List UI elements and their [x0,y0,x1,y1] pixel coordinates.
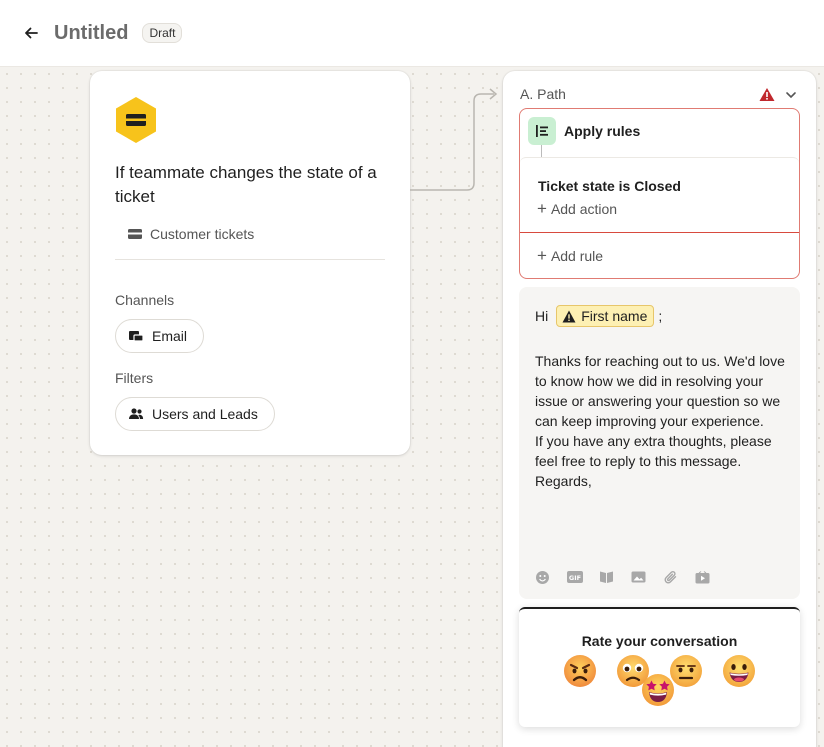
svg-text:GIF: GIF [569,574,581,582]
divider [115,259,385,260]
path-column: A. Path Apply rules Ticket state is Clos… [503,71,816,747]
message-paragraph: Regards, [535,473,592,489]
email-channel-icon [128,328,144,344]
attachment-icon[interactable] [663,569,695,585]
video-icon[interactable] [695,569,727,585]
trigger-title: If teammate changes the state of a ticke… [115,163,377,206]
emoji-icon[interactable] [535,569,567,585]
status-badge: Draft [142,23,183,43]
plus-icon: + [537,246,547,265]
trigger-card[interactable]: If teammate changes the state of a ticke… [90,71,410,455]
chevron-down-icon[interactable] [785,88,797,100]
add-action-button[interactable]: + Add action [537,199,618,218]
back-arrow-icon[interactable] [20,22,42,44]
message-editor[interactable]: Hi First name ; Thanks for reaching out … [519,287,800,599]
rating-card[interactable]: Rate your conversation [519,607,800,727]
trigger-source: Customer tickets [127,226,254,242]
trigger-source-label: Customer tickets [150,226,255,242]
rules-stem [541,145,542,157]
channel-label: Email [152,328,188,344]
warning-small-icon [562,310,576,323]
add-action-label: Add action [550,201,618,217]
grinning-face-icon[interactable] [722,654,756,688]
angry-face-icon[interactable] [563,654,597,688]
first-name-attribute-chip[interactable]: First name [556,305,655,327]
message-greeting: Hi First name ; [535,305,662,327]
greeting-text: Hi [535,308,549,324]
apply-rules-title: Apply rules [564,123,641,139]
channels-label: Channels [115,292,175,308]
connector-line [410,88,498,191]
rating-title: Rate your conversation [581,633,738,649]
warning-icon[interactable] [759,87,775,102]
message-body[interactable]: Thanks for reaching out to us. We'd love… [535,351,790,491]
image-icon[interactable] [631,569,663,585]
message-paragraph: Thanks for reaching out to us. We'd love… [535,353,785,429]
filters-label: Filters [115,370,154,386]
filter-label: Users and Leads [152,406,258,422]
add-rule-label: Add rule [550,248,604,264]
message-toolbar: GIF [535,569,727,585]
rule-condition: Ticket state is Closed [538,178,681,194]
attribute-label: First name [581,308,648,324]
apply-rules-block[interactable]: Apply rules Ticket state is Closed + Add… [519,108,800,279]
article-icon[interactable] [599,569,631,585]
users-icon [128,406,144,422]
add-rule-button[interactable]: + Add rule [537,246,604,265]
top-bar: Untitled Draft [0,0,824,67]
greeting-suffix: ; [658,308,663,324]
rules-icon [528,117,556,145]
page-title[interactable]: Untitled [54,22,128,45]
apply-rules-header[interactable]: Apply rules [528,117,640,145]
star-struck-face-icon[interactable] [641,673,675,707]
rule-card[interactable]: Ticket state is Closed + Add action [520,157,799,233]
ticket-small-icon [127,227,143,241]
channel-email-pill[interactable]: Email [115,319,205,353]
plus-icon: + [537,199,547,218]
filter-users-leads-pill[interactable]: Users and Leads [115,397,275,431]
ticket-icon [114,96,158,144]
message-paragraph: If you have any extra thoughts, please f… [535,433,772,469]
gif-icon[interactable]: GIF [567,569,599,585]
path-label: A. Path [520,86,566,102]
